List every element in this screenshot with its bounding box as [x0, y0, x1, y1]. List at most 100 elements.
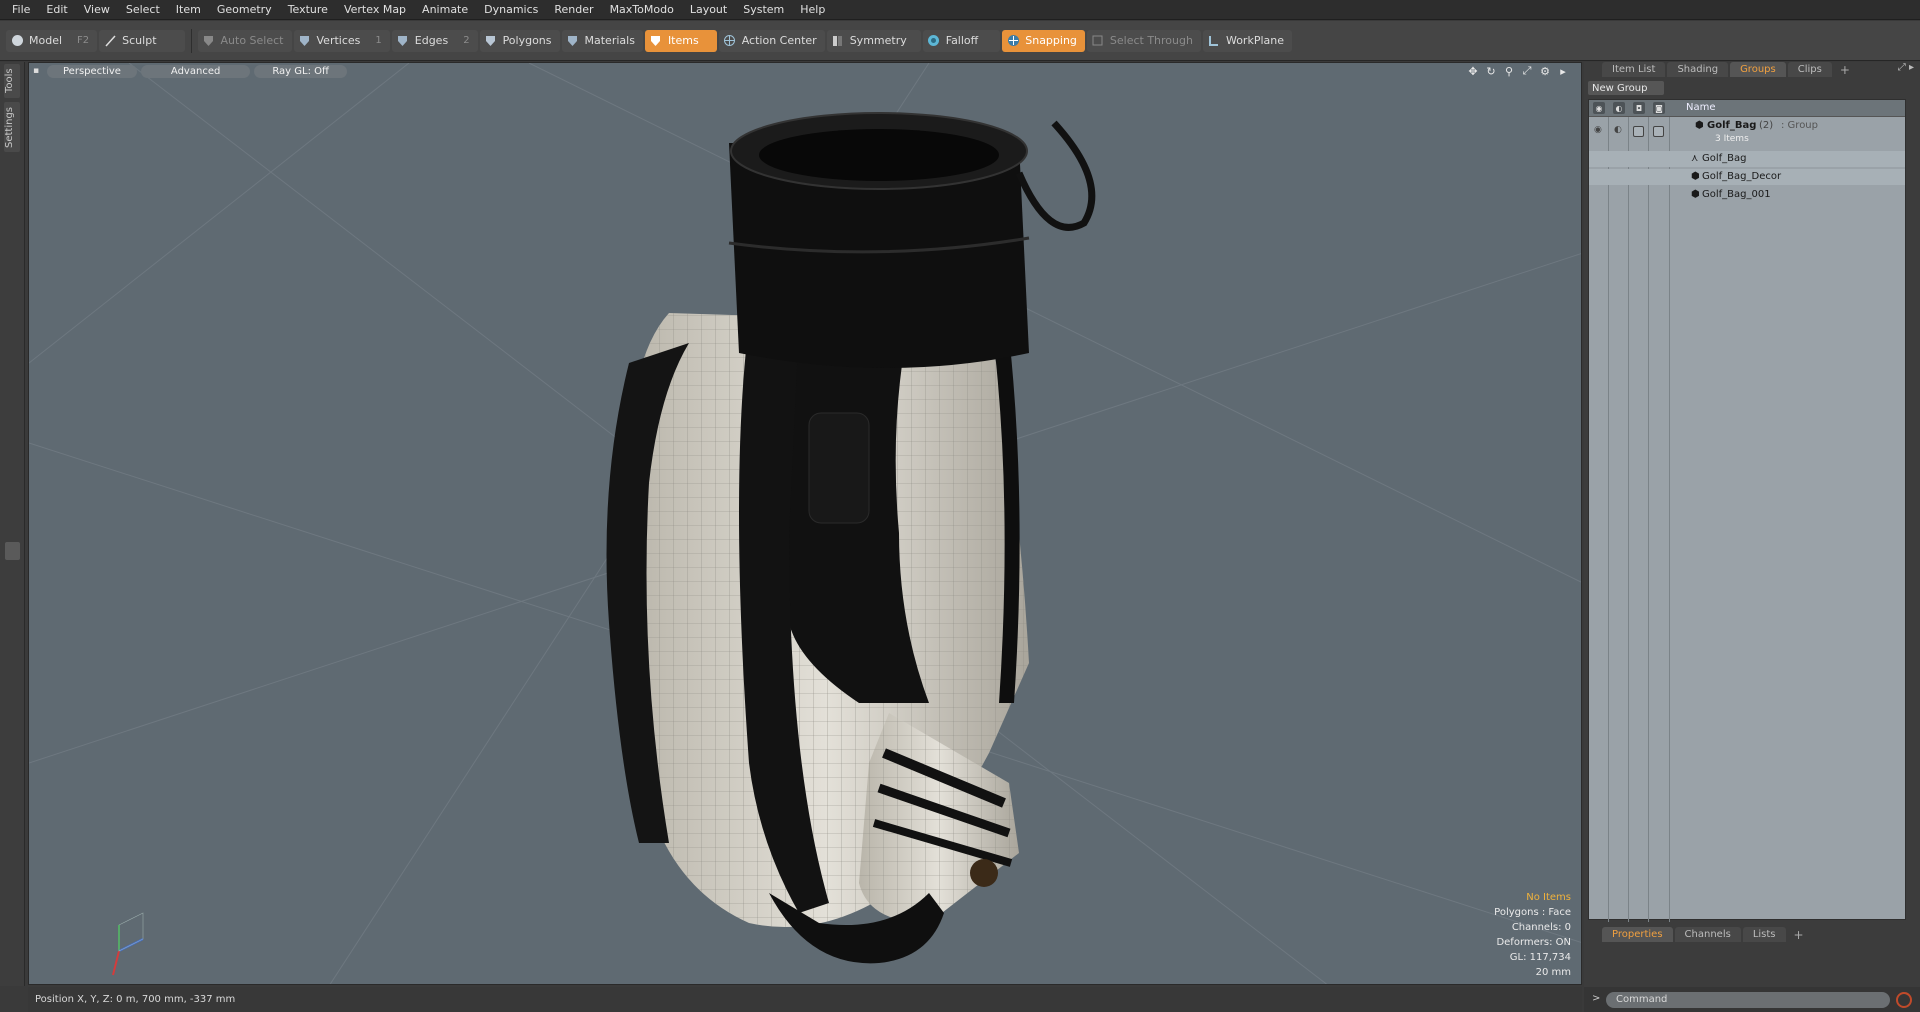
- menu-view[interactable]: View: [76, 0, 118, 20]
- tab-item-list[interactable]: Item List: [1602, 62, 1666, 77]
- falloff-button[interactable]: Falloff: [922, 29, 1001, 52]
- vertices-icon: [298, 34, 312, 48]
- lock-column-icon[interactable]: ◘: [1633, 102, 1645, 114]
- tab-groups[interactable]: Groups: [1730, 62, 1786, 77]
- group-row-golf-bag[interactable]: ◉ ◐ ⬢ Golf_Bag (2) : Group 3 Items: [1589, 118, 1905, 150]
- mesh-icon: ⋏: [1691, 153, 1699, 164]
- group-count: (2): [1759, 120, 1774, 131]
- items-label: Items: [667, 34, 699, 47]
- menu-dynamics[interactable]: Dynamics: [476, 0, 546, 20]
- view-perspective-button[interactable]: Perspective: [47, 64, 137, 78]
- menu-texture[interactable]: Texture: [280, 0, 336, 20]
- group-item-row[interactable]: ⋏ Golf_Bag: [1589, 151, 1905, 167]
- menu-select[interactable]: Select: [118, 0, 168, 20]
- panel-toggle[interactable]: [5, 542, 20, 560]
- items-button[interactable]: Items: [644, 29, 717, 52]
- polygons-button[interactable]: Polygons: [479, 29, 560, 52]
- menu-maxtomodo[interactable]: MaxToModo: [602, 0, 682, 20]
- viewport-menu-icon[interactable]: ▪: [33, 66, 43, 76]
- tab-channels[interactable]: Channels: [1674, 927, 1741, 942]
- symmetry-button[interactable]: Symmetry: [826, 29, 921, 52]
- rotate-icon[interactable]: ↻: [1485, 65, 1497, 78]
- action-center-button[interactable]: Action Center: [718, 29, 825, 52]
- raygl-button[interactable]: Ray GL: Off: [254, 64, 347, 78]
- vertices-button[interactable]: Vertices 1: [293, 29, 390, 52]
- record-icon[interactable]: [1896, 992, 1912, 1008]
- menu-geometry[interactable]: Geometry: [209, 0, 280, 20]
- eye-icon[interactable]: ◉: [1594, 125, 1602, 135]
- settings-tab[interactable]: Settings: [4, 102, 20, 152]
- new-group-button[interactable]: New Group: [1588, 81, 1664, 95]
- name-column-header[interactable]: Name: [1686, 102, 1716, 113]
- select-checkbox[interactable]: [1653, 126, 1664, 137]
- menu-help[interactable]: Help: [792, 0, 833, 20]
- workplane-icon: [1207, 34, 1221, 48]
- render-icon[interactable]: ◐: [1614, 125, 1622, 135]
- tab-properties[interactable]: Properties: [1602, 927, 1673, 942]
- model-shortcut: F2: [77, 35, 90, 46]
- gear-icon[interactable]: ⚙: [1539, 65, 1551, 78]
- auto-select-button[interactable]: Auto Select: [197, 29, 292, 52]
- mesh-icon: ⬢: [1691, 189, 1700, 200]
- gl-info: GL: 117,734: [1509, 952, 1571, 963]
- auto-select-label: Auto Select: [220, 34, 284, 47]
- zoom-icon[interactable]: ⚲: [1503, 65, 1515, 78]
- item-name: Golf_Bag_001: [1702, 189, 1771, 200]
- materials-button[interactable]: Materials: [561, 29, 643, 52]
- item-name: Golf_Bag: [1702, 153, 1747, 164]
- menu-layout[interactable]: Layout: [682, 0, 735, 20]
- menu-edit[interactable]: Edit: [38, 0, 75, 20]
- menu-item[interactable]: Item: [168, 0, 209, 20]
- toolbar: Model F2 Sculpt Auto Select Vertices 1 E…: [0, 21, 1920, 61]
- materials-label: Materials: [584, 34, 635, 47]
- visibility-column-icon[interactable]: ◉: [1593, 102, 1605, 114]
- render-column-icon[interactable]: ◐: [1613, 102, 1625, 114]
- lock-checkbox[interactable]: [1633, 126, 1644, 137]
- command-input[interactable]: Command: [1606, 992, 1890, 1008]
- menu-vertex-map[interactable]: Vertex Map: [336, 0, 414, 20]
- shading-advanced-button[interactable]: Advanced: [140, 64, 251, 78]
- snapping-button[interactable]: Snapping: [1002, 29, 1085, 52]
- viewport-info: No Items Polygons : Face Channels: 0 Def…: [1494, 890, 1571, 980]
- group-item-row[interactable]: ⬢ Golf_Bag_001: [1589, 187, 1905, 203]
- menu-file[interactable]: File: [4, 0, 38, 20]
- falloff-icon: [927, 34, 941, 48]
- chevron-right-icon: >: [1592, 993, 1601, 1004]
- group-icon: ⬢: [1695, 120, 1704, 131]
- menu-animate[interactable]: Animate: [414, 0, 476, 20]
- group-item-row[interactable]: ⬢ Golf_Bag_Decor: [1589, 169, 1905, 185]
- channels-info: Channels: 0: [1511, 922, 1571, 933]
- tools-tab[interactable]: Tools: [4, 64, 20, 98]
- column-divider: [1669, 117, 1670, 922]
- select-through-button[interactable]: Select Through: [1086, 29, 1201, 52]
- shield-icon: [202, 34, 216, 48]
- viewport-nav-icons: ✥ ↻ ⚲ ⤢ ⚙ ▸: [1467, 64, 1569, 78]
- add-tab-icon[interactable]: +: [1834, 63, 1850, 77]
- action-center-label: Action Center: [741, 34, 817, 47]
- selection-info: No Items: [1526, 892, 1571, 903]
- maximize-icon[interactable]: ⤢: [1521, 64, 1533, 77]
- model-mode-button[interactable]: Model F2: [6, 29, 98, 52]
- brush-icon: [103, 34, 117, 48]
- workplane-label: WorkPlane: [1225, 34, 1284, 47]
- 3d-viewport[interactable]: ▪ Perspective Advanced Ray GL: Off ✥ ↻ ⚲…: [28, 62, 1582, 985]
- item-name: Golf_Bag_Decor: [1702, 171, 1782, 182]
- menu-system[interactable]: System: [735, 0, 792, 20]
- select-through-label: Select Through: [1109, 34, 1193, 47]
- sculpt-mode-button[interactable]: Sculpt: [99, 29, 185, 52]
- tab-clips[interactable]: Clips: [1787, 62, 1832, 77]
- panel-expand-icon[interactable]: ⤢ ▸: [1898, 62, 1914, 73]
- tab-shading[interactable]: Shading: [1667, 62, 1729, 77]
- tab-lists[interactable]: Lists: [1742, 927, 1786, 942]
- select-column-icon[interactable]: ◙: [1653, 102, 1665, 114]
- viewport-header: ▪ Perspective Advanced Ray GL: Off: [29, 63, 1581, 79]
- panel-tabs: Item List Shading Groups Clips +: [1584, 62, 1920, 77]
- menu-render[interactable]: Render: [546, 0, 601, 20]
- position-readout: Position X, Y, Z: 0 m, 700 mm, -337 mm: [35, 994, 236, 1005]
- column-divider: [1628, 117, 1629, 922]
- pan-icon[interactable]: ✥: [1467, 65, 1479, 78]
- edges-button[interactable]: Edges 2: [391, 29, 478, 52]
- workplane-button[interactable]: WorkPlane: [1202, 29, 1292, 52]
- add-tab-icon[interactable]: +: [1788, 928, 1804, 942]
- play-icon[interactable]: ▸: [1557, 65, 1569, 78]
